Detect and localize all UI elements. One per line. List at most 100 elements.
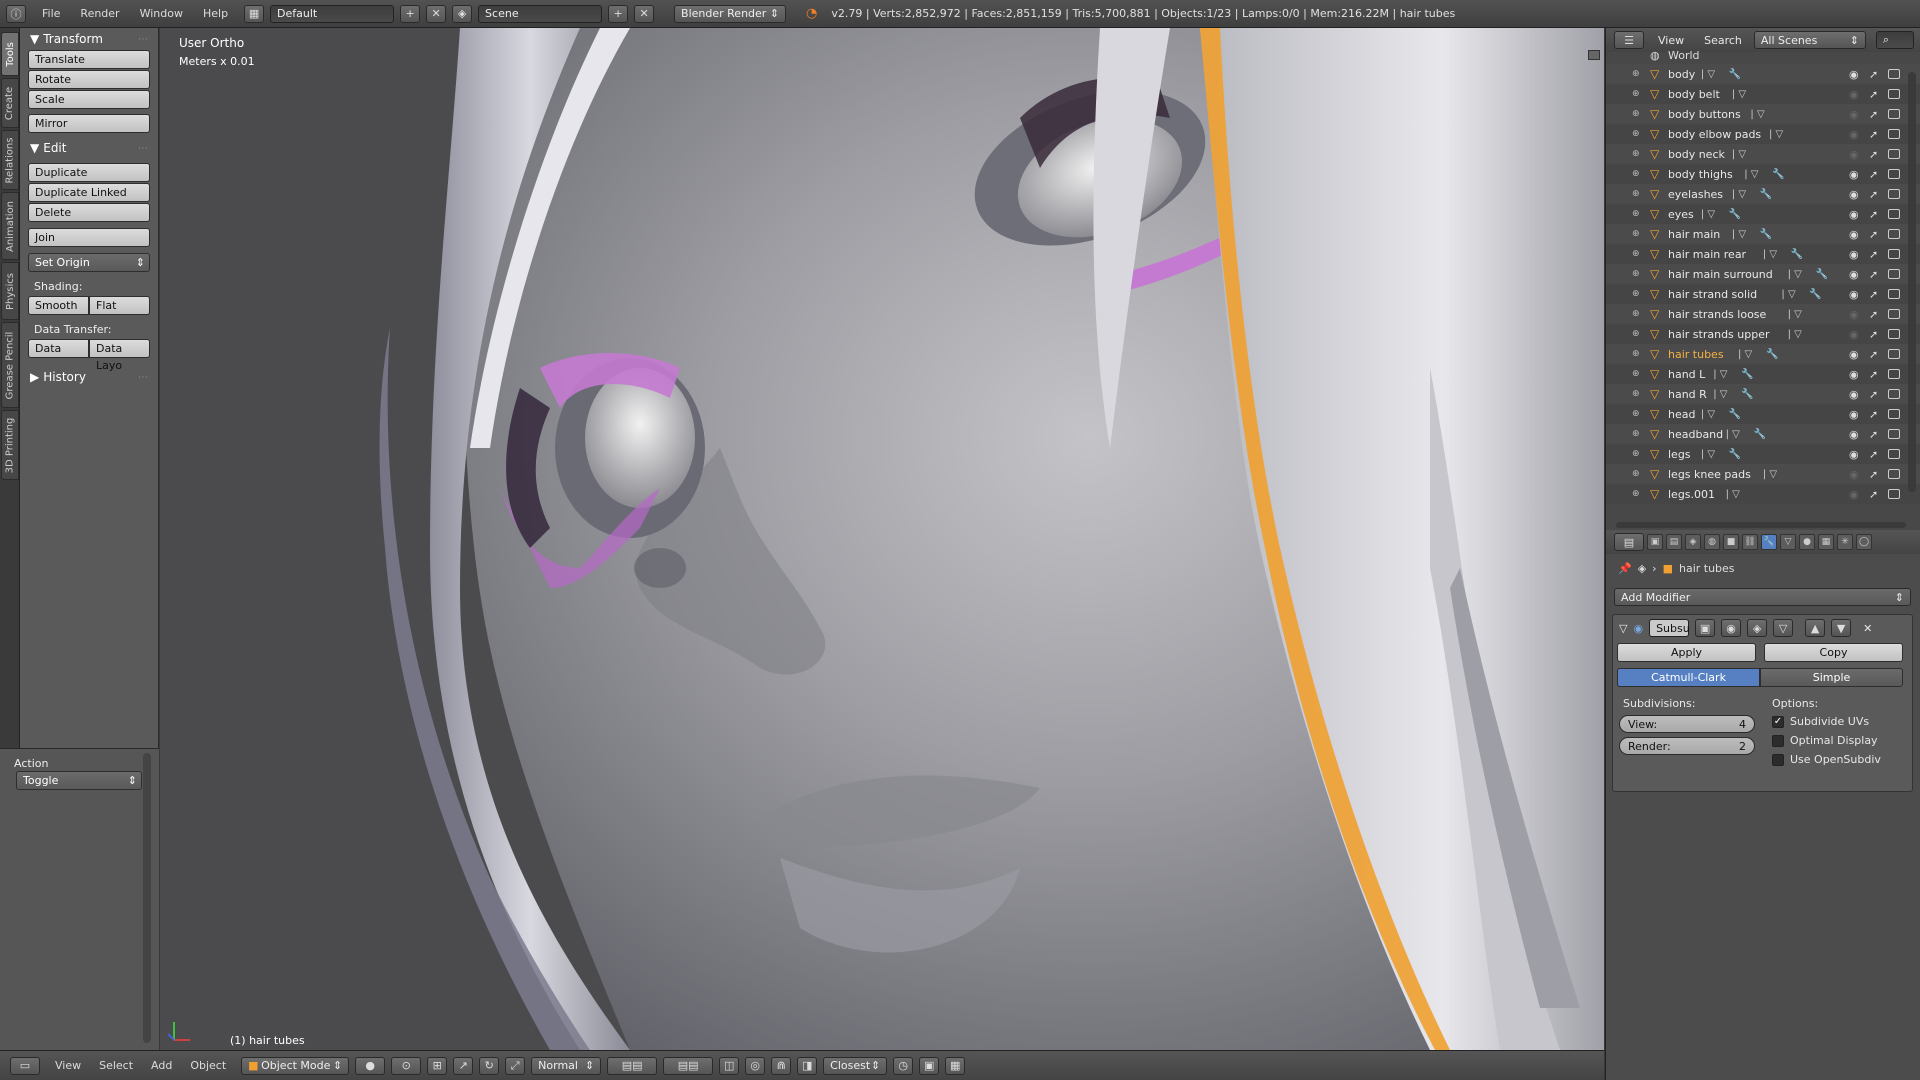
visibility-eye-icon[interactable]: ◉ [1849, 408, 1859, 421]
layers-grid-icon[interactable]: ▤▤ [663, 1056, 714, 1075]
select-cursor-icon[interactable]: ➚ [1869, 488, 1878, 501]
outliner-search-input[interactable]: ⌕ [1875, 31, 1914, 49]
shading-sphere-icon[interactable]: ● [355, 1056, 386, 1075]
history-panel-header[interactable]: ▶ History ⋯ [20, 366, 158, 388]
render-camera-icon[interactable] [1888, 169, 1900, 179]
outliner-row-label[interactable]: body buttons [1668, 108, 1741, 121]
layout-add-icon[interactable]: + [400, 4, 421, 23]
outliner-row[interactable]: ⊕ ▽ eyelashes | ▽ 🔧 ◉ ➚ [1606, 184, 1920, 204]
render-camera-icon[interactable] [1888, 69, 1900, 79]
pin-icon[interactable]: 📌 [1618, 562, 1632, 575]
select-cursor-icon[interactable]: ➚ [1869, 248, 1878, 261]
expand-icon[interactable]: ⊕ [1632, 89, 1640, 99]
info-editor-icon[interactable]: ⓘ [6, 4, 26, 23]
outliner-row-label[interactable]: hair strand solid [1668, 288, 1757, 301]
checkbox-unchecked-icon[interactable] [1772, 753, 1784, 766]
subdivide-uvs-option[interactable]: ✓ Subdivide UVs [1772, 715, 1881, 728]
outliner-row[interactable]: ⊕ ▽ hair main rear | ▽ 🔧 ◉ ➚ [1606, 244, 1920, 264]
scene-remove-icon[interactable]: ✕ [634, 4, 655, 23]
render-camera-icon[interactable] [1888, 189, 1900, 199]
render-anim-icon[interactable]: ▦ [945, 1056, 966, 1075]
outliner-row-label[interactable]: eyelashes [1668, 188, 1723, 201]
visibility-eye-icon[interactable]: ◉ [1849, 68, 1859, 81]
layout-field[interactable]: Default [270, 4, 395, 23]
select-cursor-icon[interactable]: ➚ [1869, 288, 1878, 301]
outliner-row[interactable]: ⊕ ▽ legs.001 | ▽ ◉ ➚ [1606, 484, 1920, 504]
outliner-row[interactable]: ⊕ ▽ eyes | ▽ 🔧 ◉ ➚ [1606, 204, 1920, 224]
menu-file[interactable]: File [32, 7, 70, 20]
area-split-handle[interactable] [1588, 50, 1600, 60]
layer-lock-icon[interactable]: ◫ [719, 1056, 740, 1075]
expand-icon[interactable]: ⊕ [1632, 189, 1640, 199]
render-camera-icon[interactable] [1888, 449, 1900, 459]
tab-tools[interactable]: Tools [1, 32, 19, 76]
outliner-row[interactable]: ⊕ ▽ body belt | ▽ ◉ ➚ [1606, 84, 1920, 104]
visibility-eye-icon[interactable]: ◉ [1849, 388, 1859, 401]
world-row[interactable]: ◍ World [1606, 49, 1920, 64]
outliner-row[interactable]: ⊕ ▽ hair main surround | ▽ 🔧 ◉ ➚ [1606, 264, 1920, 284]
select-cursor-icon[interactable]: ➚ [1869, 468, 1878, 481]
transform-panel-header[interactable]: ▼ Transform ⋯ [20, 28, 158, 50]
move-up-icon[interactable]: ▲ [1805, 619, 1826, 637]
expand-icon[interactable]: ⊕ [1632, 289, 1640, 299]
manipulator-icon[interactable]: ⊞ [427, 1056, 448, 1075]
render-camera-icon[interactable] [1888, 489, 1900, 499]
select-cursor-icon[interactable]: ➚ [1869, 228, 1878, 241]
visibility-eye-icon[interactable]: ◉ [1849, 188, 1859, 201]
catmull-clark-button[interactable]: Catmull-Clark [1617, 668, 1760, 687]
layout-remove-icon[interactable]: ✕ [426, 4, 447, 23]
opengl-render-icon[interactable]: ◷ [893, 1056, 914, 1075]
drag-grip-icon[interactable]: ⋯ [138, 143, 148, 154]
select-cursor-icon[interactable]: ➚ [1869, 428, 1878, 441]
outliner-row[interactable]: ⊕ ▽ hair main | ▽ 🔧 ◉ ➚ [1606, 224, 1920, 244]
outliner-menu-search[interactable]: Search [1698, 34, 1748, 47]
delete-button[interactable]: Delete [28, 203, 150, 222]
visibility-eye-icon[interactable]: ◉ [1849, 348, 1859, 361]
modifier-render-icon[interactable]: ▣ [1695, 619, 1716, 637]
visibility-eye-icon[interactable]: ◉ [1849, 428, 1859, 441]
expand-icon[interactable]: ⊕ [1632, 249, 1640, 259]
outliner-row[interactable]: ⊕ ▽ hair strands upper | ▽ ◉ ➚ [1606, 324, 1920, 344]
expand-icon[interactable]: ⊕ [1632, 129, 1640, 139]
outliner-row-label[interactable]: body [1668, 68, 1695, 81]
optimal-display-option[interactable]: Optimal Display [1772, 734, 1881, 747]
move-down-icon[interactable]: ▼ [1831, 619, 1852, 637]
data-layout-button[interactable]: Data Layo [89, 339, 150, 372]
expand-icon[interactable]: ⊕ [1632, 429, 1640, 439]
snap-target-select[interactable]: Closest ⇕ [823, 1056, 888, 1075]
visibility-eye-icon[interactable]: ◉ [1849, 488, 1859, 501]
snap-magnet-icon[interactable]: ⋒ [771, 1056, 792, 1075]
use-opensubdiv-option[interactable]: Use OpenSubdiv [1772, 753, 1881, 766]
select-cursor-icon[interactable]: ➚ [1869, 108, 1878, 121]
render-levels-field[interactable]: Render: 2 [1619, 737, 1755, 755]
expand-icon[interactable]: ⊕ [1632, 109, 1640, 119]
modifier-editmode-icon[interactable]: ◈ [1747, 619, 1768, 637]
select-cursor-icon[interactable]: ➚ [1869, 148, 1878, 161]
view-levels-field[interactable]: View: 4 [1619, 715, 1755, 733]
editor-type-icon[interactable]: ▭ [10, 1056, 40, 1075]
outliner-row[interactable]: ⊕ ▽ hand R | ▽ 🔧 ◉ ➚ [1606, 384, 1920, 404]
render-camera-icon[interactable] [1888, 269, 1900, 279]
visibility-eye-icon[interactable]: ◉ [1849, 308, 1859, 321]
outliner-row[interactable]: ⊕ ▽ hair strands loose | ▽ ◉ ➚ [1606, 304, 1920, 324]
menu-add[interactable]: Add [142, 1059, 181, 1072]
data-tab-icon[interactable]: ▽ [1780, 534, 1796, 550]
texture-tab-icon[interactable]: ▦ [1818, 534, 1834, 550]
material-tab-icon[interactable]: ● [1799, 534, 1815, 550]
visibility-eye-icon[interactable]: ◉ [1849, 208, 1859, 221]
scene-tab-icon[interactable]: ◈ [1685, 534, 1701, 550]
collapse-triangle-icon[interactable]: ▽ [1619, 622, 1627, 635]
select-cursor-icon[interactable]: ➚ [1869, 68, 1878, 81]
tab-relations[interactable]: Relations [1, 130, 19, 190]
expand-icon[interactable]: ⊕ [1632, 369, 1640, 379]
tab-3d-printing[interactable]: 3D Printing [1, 410, 19, 480]
rotate-gizmo-icon[interactable]: ↻ [479, 1056, 500, 1075]
data-transfer-button[interactable]: Data [28, 339, 89, 358]
scene-add-icon[interactable]: + [608, 4, 629, 23]
render-camera-icon[interactable] [1888, 129, 1900, 139]
render-camera-icon[interactable] [1888, 329, 1900, 339]
checkbox-checked-icon[interactable]: ✓ [1772, 715, 1784, 728]
select-cursor-icon[interactable]: ➚ [1869, 208, 1878, 221]
expand-icon[interactable]: ⊕ [1632, 349, 1640, 359]
outliner-row[interactable]: ⊕ ▽ body neck | ▽ ◉ ➚ [1606, 144, 1920, 164]
